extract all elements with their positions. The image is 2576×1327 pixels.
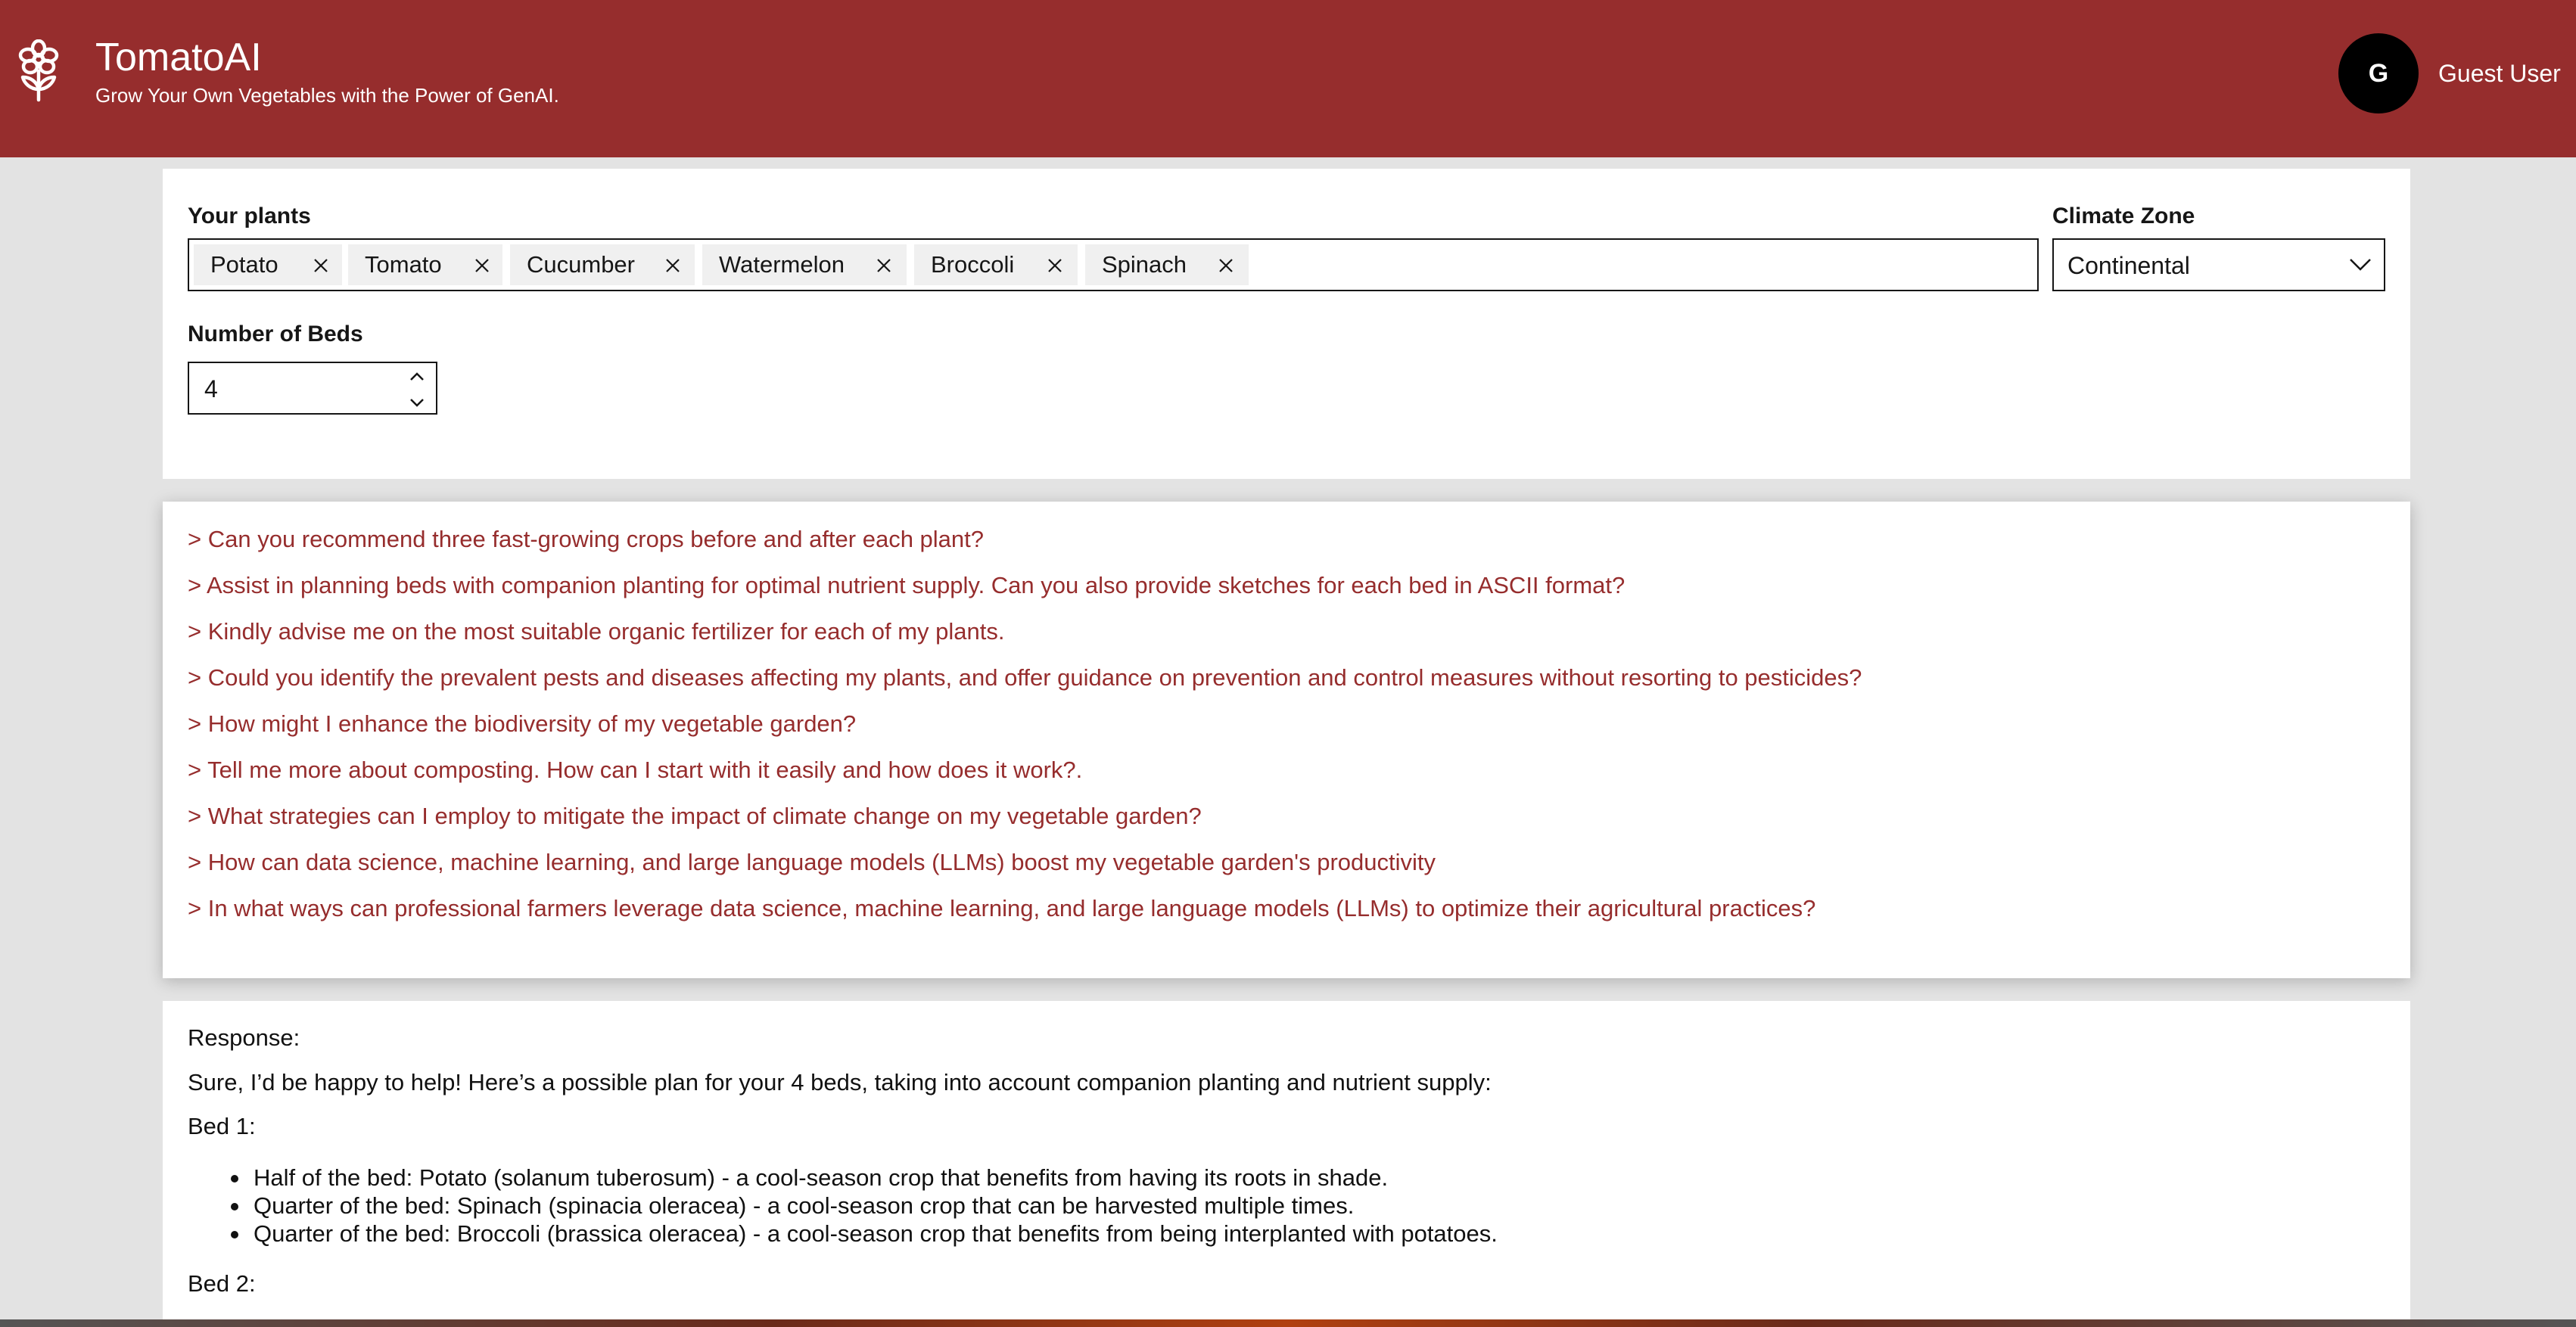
prompt-link[interactable]: > Could you identify the prevalent pests… bbox=[188, 663, 1862, 693]
chevron-down-icon bbox=[2350, 259, 2371, 271]
plant-tag: Spinach bbox=[1085, 244, 1249, 285]
window-bottom-edge bbox=[0, 1319, 2576, 1327]
settings-panel: Your plants Potato Tomato Cucumber Water… bbox=[163, 169, 2410, 479]
prompt-link[interactable]: > How can data science, machine learning… bbox=[188, 847, 1436, 878]
plant-tag: Potato bbox=[194, 244, 342, 285]
app-header: TomatoAI Grow Your Own Vegetables with t… bbox=[0, 0, 2576, 157]
plant-tag-label: Cucumber bbox=[527, 251, 635, 278]
prompt-link[interactable]: > In what ways can professional farmers … bbox=[188, 893, 1815, 924]
bed-title: Bed 1: bbox=[188, 1113, 256, 1139]
list-item: Quarter of the bed: Spinach (spinacia ol… bbox=[230, 1192, 1355, 1219]
climate-zone-select[interactable]: Continental bbox=[2052, 238, 2385, 291]
plant-tag: Cucumber bbox=[510, 244, 695, 285]
prompt-link[interactable]: > What strategies can I employ to mitiga… bbox=[188, 801, 1202, 831]
beds-value: 4 bbox=[204, 375, 218, 402]
plant-tag: Broccoli bbox=[914, 244, 1078, 285]
plants-multiselect[interactable]: Potato Tomato Cucumber Watermelon Brocco… bbox=[188, 238, 2039, 291]
response-panel: Response: Sure, I’d be happy to help! He… bbox=[163, 1001, 2410, 1327]
chevron-down-icon[interactable] bbox=[409, 396, 425, 409]
beds-number-input[interactable]: 4 bbox=[188, 362, 437, 415]
plant-tag-label: Watermelon bbox=[719, 251, 845, 278]
prompt-link[interactable]: > How might I enhance the biodiversity o… bbox=[188, 709, 856, 739]
app-subtitle: Grow Your Own Vegetables with the Power … bbox=[95, 84, 559, 107]
flower-icon bbox=[18, 39, 59, 102]
user-name[interactable]: Guest User bbox=[2438, 59, 2561, 88]
close-icon[interactable] bbox=[474, 258, 490, 273]
close-icon[interactable] bbox=[1218, 258, 1234, 273]
close-icon[interactable] bbox=[876, 258, 891, 273]
plant-tag-label: Spinach bbox=[1102, 251, 1187, 278]
avatar[interactable]: G bbox=[2338, 33, 2419, 113]
plant-tag-label: Tomato bbox=[365, 251, 442, 278]
plant-tag-label: Potato bbox=[210, 251, 278, 278]
list-item: Half of the bed: Potato (solanum tuberos… bbox=[230, 1164, 1389, 1191]
prompt-link[interactable]: > Tell me more about composting. How can… bbox=[188, 755, 1082, 785]
prompt-link[interactable]: > Can you recommend three fast-growing c… bbox=[188, 524, 984, 555]
bed-title: Bed 2: bbox=[188, 1270, 256, 1297]
prompt-link[interactable]: > Assist in planning beds with companion… bbox=[188, 570, 1625, 601]
response-heading: Response: bbox=[188, 1024, 300, 1051]
response-intro: Sure, I’d be happy to help! Here’s a pos… bbox=[188, 1069, 1492, 1095]
beds-label: Number of Beds bbox=[188, 322, 363, 347]
close-icon[interactable] bbox=[313, 258, 328, 273]
list-item: Quarter of the bed: Broccoli (brassica o… bbox=[231, 1220, 1498, 1247]
climate-zone-value: Continental bbox=[2067, 252, 2190, 279]
suggested-prompts-panel: > Can you recommend three fast-growing c… bbox=[163, 502, 2410, 978]
plants-label: Your plants bbox=[188, 204, 311, 228]
close-icon[interactable] bbox=[1047, 258, 1062, 273]
plant-tag-label: Broccoli bbox=[931, 251, 1015, 278]
prompt-link[interactable]: > Kindly advise me on the most suitable … bbox=[188, 617, 1005, 647]
chevron-up-icon[interactable] bbox=[409, 371, 425, 383]
app-title: TomatoAI bbox=[95, 36, 262, 79]
plant-tag: Tomato bbox=[348, 244, 502, 285]
climate-zone-label: Climate Zone bbox=[2052, 204, 2195, 228]
close-icon[interactable] bbox=[665, 258, 680, 273]
plant-tag: Watermelon bbox=[702, 244, 907, 285]
